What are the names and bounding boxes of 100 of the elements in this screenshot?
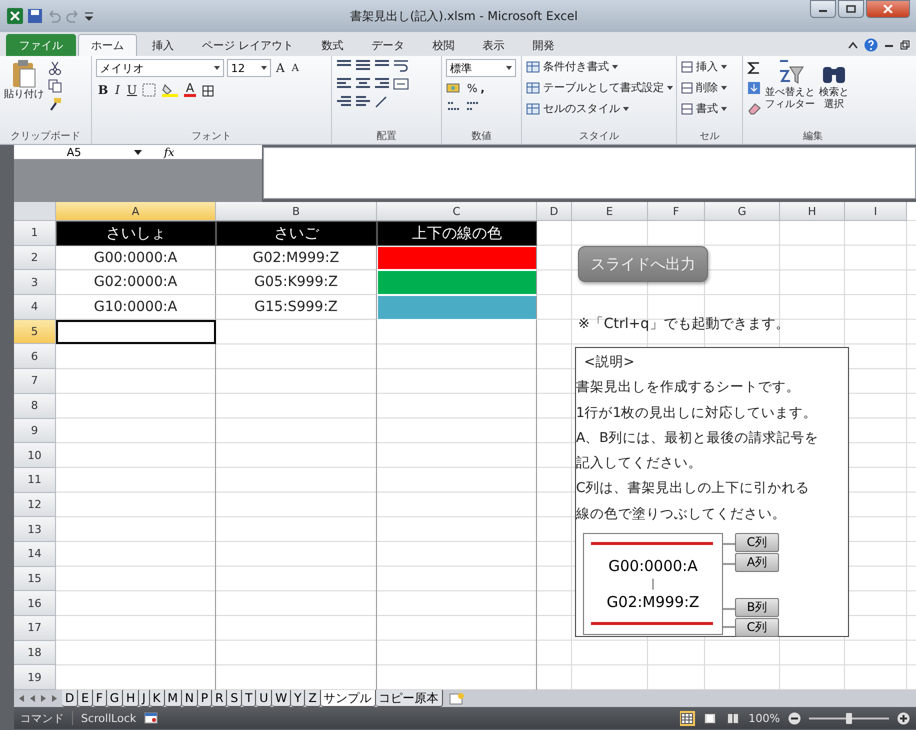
align-middle-icon[interactable] bbox=[355, 59, 371, 73]
column-header[interactable]: D bbox=[537, 202, 572, 221]
save-icon[interactable] bbox=[27, 8, 43, 24]
row-header[interactable]: 15 bbox=[14, 566, 56, 592]
first-sheet-icon[interactable] bbox=[18, 695, 25, 702]
dropdown-icon[interactable] bbox=[214, 66, 220, 70]
row-header[interactable]: 1 bbox=[14, 221, 56, 246]
sheet-tab[interactable]: M bbox=[164, 690, 182, 708]
collapse-ribbon-icon[interactable] bbox=[848, 41, 858, 49]
slider-thumb[interactable] bbox=[846, 712, 852, 724]
sheet-tab[interactable]: S bbox=[227, 690, 242, 708]
zoom-out-icon[interactable] bbox=[788, 712, 801, 725]
row-header[interactable]: 7 bbox=[14, 369, 56, 394]
ribbon-tab[interactable]: 校閲 bbox=[420, 34, 468, 56]
sheet-tab[interactable]: H bbox=[123, 690, 140, 708]
paste-button[interactable]: 貼り付け bbox=[4, 59, 44, 101]
row-header[interactable]: 19 bbox=[14, 665, 56, 690]
font-size-field[interactable]: 12 bbox=[227, 59, 271, 77]
comma-button[interactable]: , bbox=[480, 82, 485, 94]
dropdown-icon[interactable] bbox=[261, 66, 267, 70]
insert-sheet-icon[interactable] bbox=[448, 692, 465, 705]
sheet-tab[interactable]: コピー原本 bbox=[376, 690, 443, 708]
dropdown-icon[interactable] bbox=[612, 64, 618, 68]
row-header[interactable]: 6 bbox=[14, 344, 56, 370]
row-header[interactable]: 2 bbox=[14, 246, 56, 270]
indent-decrease-icon[interactable] bbox=[336, 95, 352, 109]
decrease-decimal-icon[interactable] bbox=[465, 99, 481, 113]
sheet-tab[interactable]: E bbox=[78, 690, 93, 708]
sheet-tab[interactable]: R bbox=[212, 690, 228, 708]
border-icon[interactable] bbox=[142, 83, 158, 97]
sort-filter-button[interactable]: 並べ替えと フィルター bbox=[765, 59, 815, 111]
underline-button[interactable]: U bbox=[124, 83, 140, 97]
format-painter-icon[interactable] bbox=[48, 97, 62, 111]
sum-icon[interactable] bbox=[747, 61, 761, 75]
row-header[interactable]: 14 bbox=[14, 542, 56, 567]
dropdown-icon[interactable] bbox=[134, 150, 142, 154]
sheet-tab[interactable]: T bbox=[242, 690, 256, 708]
sheet-tab[interactable]: U bbox=[256, 690, 272, 708]
sheet-tab[interactable]: K bbox=[150, 690, 165, 708]
copy-icon[interactable] bbox=[48, 79, 62, 93]
wrap-text-icon[interactable] bbox=[393, 59, 409, 73]
column-header[interactable]: C bbox=[377, 202, 537, 221]
page-layout-button[interactable] bbox=[702, 710, 718, 726]
shrink-font-button[interactable]: A bbox=[290, 62, 301, 74]
scissors-icon[interactable] bbox=[48, 61, 62, 75]
align-left-icon[interactable] bbox=[336, 77, 352, 91]
ribbon-tab[interactable]: 開発 bbox=[520, 34, 568, 56]
row-header[interactable]: 9 bbox=[14, 418, 56, 444]
dropdown-icon[interactable] bbox=[506, 66, 512, 70]
ribbon-tab[interactable]: データ bbox=[358, 34, 418, 56]
increase-decimal-icon[interactable] bbox=[446, 99, 462, 113]
row-header[interactable]: 10 bbox=[14, 443, 56, 468]
font-name-field[interactable]: メイリオ bbox=[96, 59, 224, 77]
column-header[interactable]: G bbox=[705, 202, 780, 221]
column-header[interactable]: A bbox=[56, 202, 216, 221]
bold-button[interactable]: B bbox=[96, 83, 110, 97]
sheet-tab[interactable]: J bbox=[139, 690, 150, 708]
styles-menu-button[interactable]: 条件付き書式 bbox=[526, 59, 618, 74]
dropdown-icon[interactable] bbox=[623, 106, 629, 110]
sheet-tab[interactable]: Z bbox=[305, 690, 321, 708]
fill-down-icon[interactable] bbox=[747, 81, 761, 95]
file-tab[interactable]: ファイル bbox=[6, 34, 76, 56]
sheet-tab[interactable]: N bbox=[182, 690, 198, 708]
column-header[interactable]: B bbox=[216, 202, 377, 221]
column-header[interactable]: E bbox=[572, 202, 648, 221]
ribbon-tab[interactable]: 数式 bbox=[308, 34, 356, 56]
italic-button[interactable]: I bbox=[113, 83, 122, 97]
formula-field[interactable] bbox=[263, 147, 916, 199]
cells-menu-button[interactable]: 書式 bbox=[681, 101, 727, 116]
row-header[interactable]: 4 bbox=[14, 295, 56, 320]
styles-menu-button[interactable]: テーブルとして書式設定 bbox=[526, 80, 673, 95]
number-format-field[interactable]: 標準 bbox=[446, 59, 516, 77]
align-right-icon[interactable] bbox=[374, 77, 390, 91]
font-color-button[interactable]: A bbox=[182, 83, 198, 97]
percent-button[interactable]: % bbox=[467, 82, 478, 94]
row-header[interactable]: 16 bbox=[14, 591, 56, 616]
row-header[interactable]: 17 bbox=[14, 616, 56, 641]
column-header[interactable]: F bbox=[648, 202, 705, 221]
ribbon-tab[interactable]: ホーム bbox=[78, 34, 137, 56]
sheet-tab[interactable]: サンプル bbox=[320, 690, 376, 708]
row-header[interactable]: 5 bbox=[14, 320, 56, 344]
dropdown-icon[interactable] bbox=[721, 86, 727, 90]
styles-menu-button[interactable]: セルのスタイル bbox=[526, 101, 629, 116]
page-break-view-button[interactable] bbox=[726, 710, 741, 726]
zoom-in-icon[interactable] bbox=[897, 712, 910, 725]
align-center-icon[interactable] bbox=[355, 77, 371, 91]
maximize-button[interactable] bbox=[838, 0, 864, 18]
next-sheet-icon[interactable] bbox=[40, 695, 47, 702]
dropdown-icon[interactable] bbox=[721, 64, 727, 68]
last-sheet-icon[interactable] bbox=[51, 695, 58, 702]
row-header[interactable]: 12 bbox=[14, 492, 56, 518]
sheet-tab[interactable]: W bbox=[272, 690, 292, 708]
active-cell[interactable] bbox=[56, 320, 216, 344]
normal-view-button[interactable] bbox=[680, 710, 695, 726]
sheet-tab[interactable]: F bbox=[92, 690, 107, 708]
grow-font-button[interactable]: A bbox=[274, 61, 287, 75]
column-header[interactable]: H bbox=[780, 202, 845, 221]
row-header[interactable]: 18 bbox=[14, 640, 56, 666]
ribbon-tab[interactable]: 表示 bbox=[470, 34, 518, 56]
minimize-button[interactable] bbox=[810, 0, 836, 18]
